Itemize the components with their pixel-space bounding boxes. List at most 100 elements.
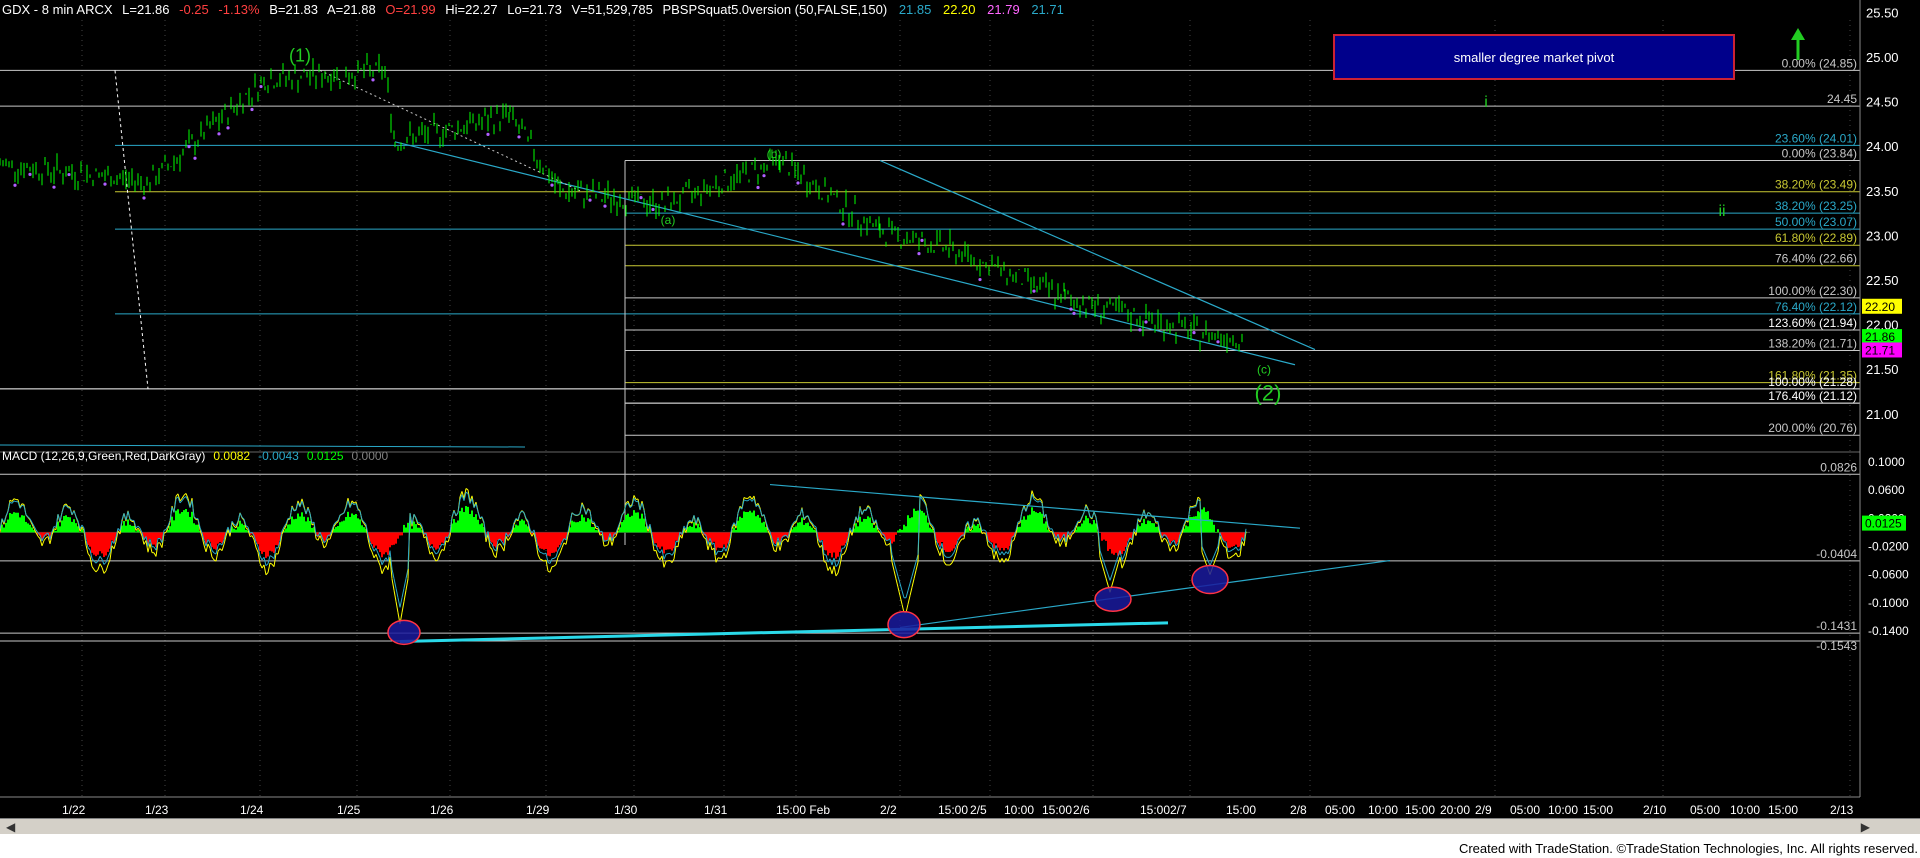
fib-label: 61.80% (22.89) — [1775, 231, 1857, 245]
indicator-text: PBSPSquat5.0version (50,FALSE,150) — [662, 2, 887, 17]
macd-line-seg — [1223, 546, 1227, 548]
pivot-dot — [259, 84, 263, 89]
time-tick-label: 15:00 — [1226, 803, 1256, 817]
time-tick-label: 2/6 — [1073, 803, 1090, 817]
scroll-right-icon[interactable]: ▶ — [1861, 820, 1870, 834]
time-tick-label: 2/5 — [970, 803, 987, 817]
macd-tick-label: -0.0200 — [1868, 539, 1909, 553]
scroll-left-icon[interactable]: ◀ — [6, 820, 15, 834]
price-tick-label: 23.50 — [1866, 184, 1899, 199]
fib-label: 50.00% (23.07) — [1775, 215, 1857, 229]
fib-label: 38.20% (23.49) — [1775, 178, 1857, 192]
time-tick-label: 15:00 — [1583, 803, 1613, 817]
trough-ellipse — [1094, 586, 1132, 613]
ind-value-4: 21.71 — [1031, 2, 1064, 17]
pivot-dot — [1072, 311, 1076, 316]
fib-label: 0.00% (23.84) — [1782, 147, 1857, 161]
time-tick-label: 1/23 — [145, 803, 169, 817]
fib-label: 100.00% (22.30) — [1768, 284, 1857, 298]
macd-line-seg — [1191, 505, 1195, 508]
price-tag-label: 21.71 — [1865, 343, 1895, 357]
macd-tick-label: -0.0600 — [1868, 568, 1909, 582]
ind-value-1: 21.85 — [899, 2, 932, 17]
pivot-dot — [28, 172, 32, 177]
signal-line-seg — [293, 509, 297, 512]
pivot-dot — [1192, 331, 1196, 335]
volume-text: V=51,529,785 — [571, 2, 652, 17]
pivot-dot — [1144, 320, 1148, 324]
price-tick-label: 24.00 — [1866, 139, 1899, 154]
ind-value-3: 21.79 — [987, 2, 1020, 17]
open-text: O=21.99 — [385, 2, 435, 17]
trough-ellipse — [387, 619, 421, 646]
pivot-dot — [52, 185, 56, 189]
macd-line-seg — [823, 561, 827, 563]
pivot-dot — [603, 204, 607, 208]
time-tick-label: 15:00 — [1768, 803, 1798, 817]
fib-label: 23.60% (24.01) — [1775, 131, 1857, 145]
pivot-dot — [1138, 328, 1142, 332]
pivot-dot — [103, 182, 107, 186]
ask-text: A=21.88 — [327, 2, 376, 17]
pivot-dot — [762, 174, 766, 178]
price-tick-label: 23.00 — [1866, 228, 1899, 243]
signal-line-seg — [1223, 541, 1227, 543]
macd-level-label: -0.0404 — [1816, 547, 1857, 561]
change-text: -0.25 — [179, 2, 209, 17]
time-tick-label: 1/24 — [240, 803, 264, 817]
wave-1-label: (1) — [289, 46, 311, 66]
signal-line-seg — [1237, 549, 1241, 551]
macd-line-seg — [665, 560, 669, 562]
pivot-dot — [639, 196, 643, 200]
macd-level-label: -0.1431 — [1816, 619, 1857, 633]
pivot-dot — [756, 185, 760, 190]
pivot-dot — [651, 207, 655, 212]
fib-label: 123.60% (21.94) — [1768, 316, 1857, 330]
fib-label: 138.20% (21.71) — [1768, 336, 1857, 350]
time-tick-label: 2/13 — [1830, 803, 1854, 817]
time-tick-label: 1/31 — [704, 803, 728, 817]
pct-text: -1.13% — [218, 2, 260, 17]
time-tick-label: 05:00 — [1690, 803, 1720, 817]
pivot-dot — [517, 135, 521, 139]
low-text: Lo=21.73 — [507, 2, 562, 17]
header-line: GDX - 8 min ARCX L=21.86 -0.25 -1.13% B=… — [2, 2, 1064, 17]
macd-tick-label: -0.1400 — [1868, 624, 1909, 638]
macd-tick-label: -0.1000 — [1868, 596, 1909, 610]
time-tick-label: 05:00 — [1510, 803, 1540, 817]
time-tick-label: 15:00 — [1405, 803, 1435, 817]
pivot-dot — [1069, 307, 1073, 311]
pivot-dot — [13, 183, 17, 187]
macd-value: 0.0125 — [307, 449, 344, 463]
ind-value-2: 22.20 — [943, 2, 976, 17]
macd-tag-label: 0.0125 — [1865, 517, 1902, 531]
macd-tick-label: 0.1000 — [1868, 455, 1905, 469]
time-tick-label: 1/30 — [614, 803, 638, 817]
horizontal-scrollbar[interactable]: ◀ ▶ — [0, 818, 1920, 835]
pivot-dot — [917, 252, 921, 256]
macd-tick-label: 0.0600 — [1868, 483, 1905, 497]
time-tick-label: 2/10 — [1643, 803, 1667, 817]
wave-2-label: (2) — [1255, 380, 1282, 405]
signal-line-seg — [981, 529, 985, 532]
time-tick-label: 15:00 — [1042, 803, 1072, 817]
wave-ii-label: ii — [1718, 203, 1725, 220]
time-tick-label: 1/29 — [526, 803, 550, 817]
time-tick-label: 10:00 — [1004, 803, 1034, 817]
time-tick-label: 15:00 Feb — [776, 803, 830, 817]
pivot-dot — [1032, 289, 1036, 293]
pivot-dot — [920, 238, 924, 242]
macd-title: MACD (12,26,9,Green,Red,DarkGray) 0.0082-… — [2, 449, 389, 463]
fib-label: 0.00% (24.85) — [1782, 56, 1857, 70]
pivot-dot — [796, 181, 800, 185]
pivot-dot — [1216, 340, 1220, 344]
last-text: L=21.86 — [122, 2, 169, 17]
pivot-dot — [226, 126, 230, 130]
signal-line-seg — [823, 553, 827, 556]
fib-label: 24.45 — [1827, 92, 1857, 106]
wave-i-label: i — [1484, 94, 1488, 111]
pivot-dot — [67, 172, 71, 177]
signal-line-seg — [539, 551, 543, 554]
pivot-dot — [841, 222, 845, 226]
wave-c-label: (c) — [1257, 363, 1271, 377]
